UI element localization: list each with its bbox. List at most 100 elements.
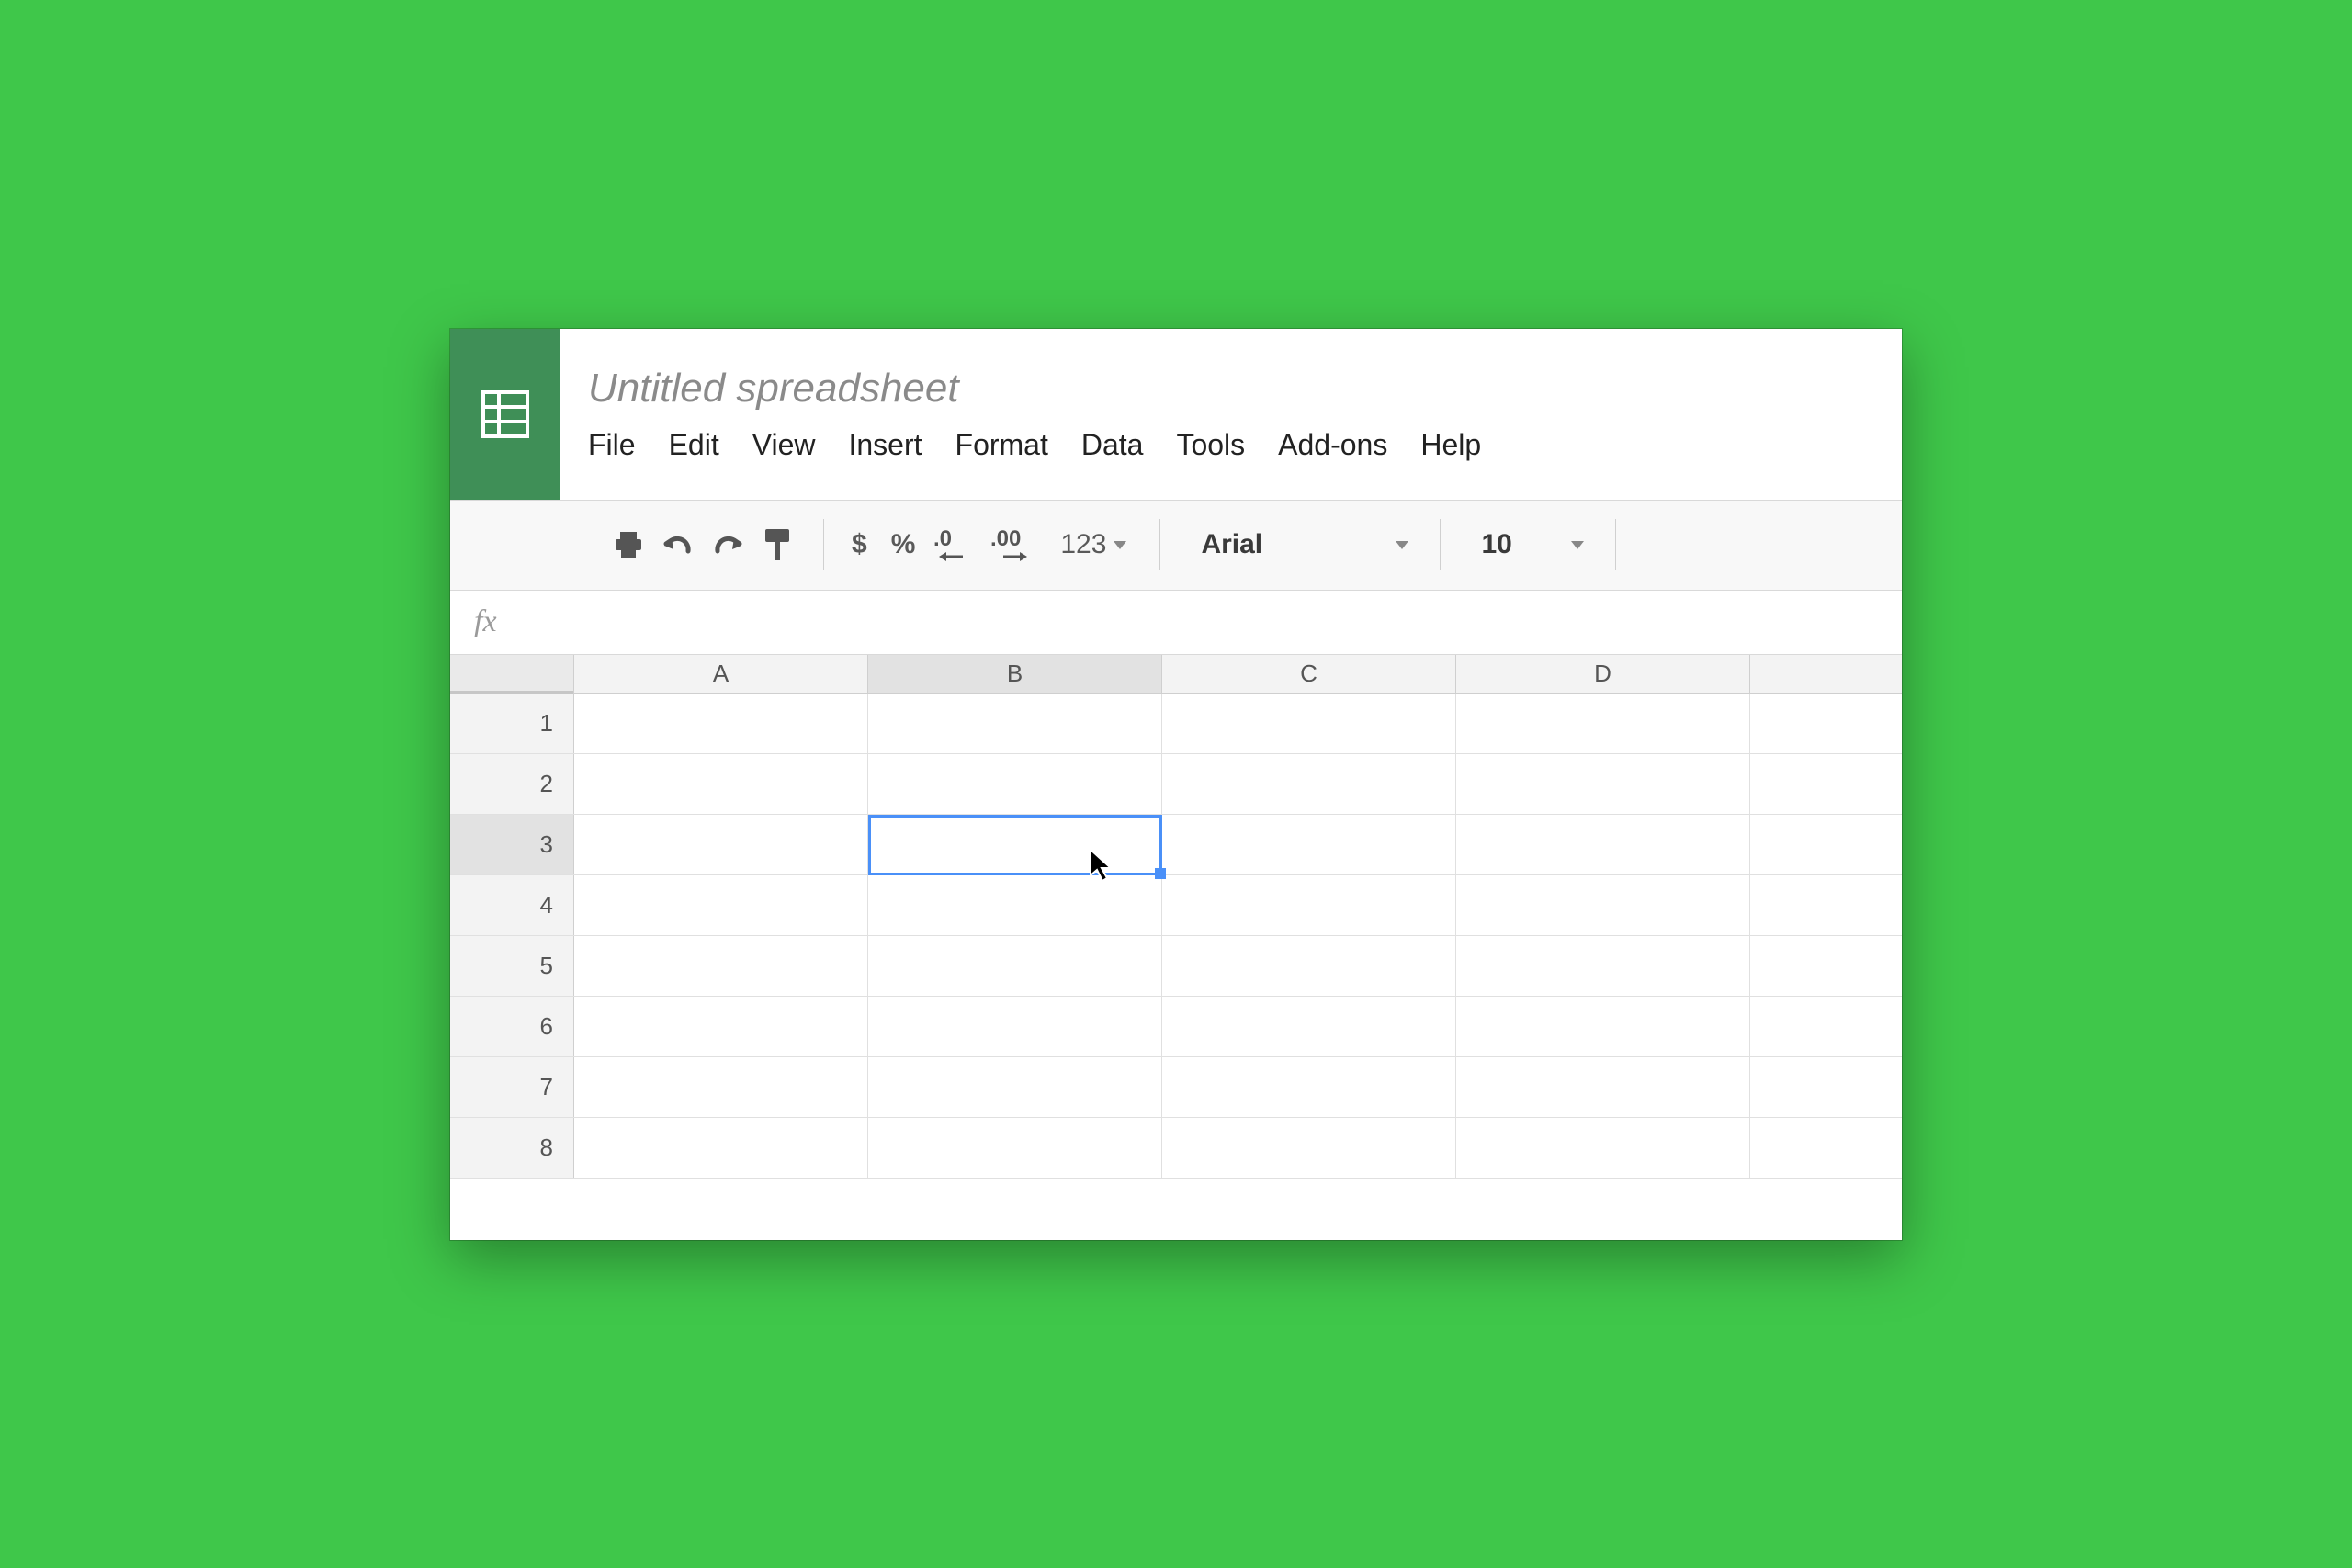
chevron-down-icon bbox=[1396, 541, 1408, 549]
cell-a5[interactable] bbox=[574, 936, 868, 996]
cell-c5[interactable] bbox=[1162, 936, 1456, 996]
svg-text:.0: .0 bbox=[933, 527, 952, 551]
spreadsheet-window: Untitled spreadsheet File Edit View Inse… bbox=[450, 329, 1902, 1240]
font-family-label: Arial bbox=[1201, 529, 1262, 560]
svg-text:.00: .00 bbox=[990, 527, 1021, 551]
row-header-4[interactable]: 4 bbox=[450, 875, 574, 935]
row: 6 bbox=[450, 997, 1902, 1057]
cell-c8[interactable] bbox=[1162, 1118, 1456, 1178]
cell-b1[interactable] bbox=[868, 694, 1162, 753]
menu-insert[interactable]: Insert bbox=[848, 428, 922, 462]
row: 7 bbox=[450, 1057, 1902, 1118]
column-headers: A B C D bbox=[450, 655, 1902, 694]
cell-d2[interactable] bbox=[1456, 754, 1750, 814]
row-header-1[interactable]: 1 bbox=[450, 694, 574, 753]
cell-c7[interactable] bbox=[1162, 1057, 1456, 1117]
cell-b3[interactable] bbox=[868, 815, 1162, 874]
document-title[interactable]: Untitled spreadsheet bbox=[588, 366, 1902, 412]
print-icon bbox=[612, 528, 645, 561]
menu-addons[interactable]: Add-ons bbox=[1278, 428, 1387, 462]
column-header-b[interactable]: B bbox=[868, 655, 1162, 693]
cell-b4[interactable] bbox=[868, 875, 1162, 935]
cell-a8[interactable] bbox=[574, 1118, 868, 1178]
decrease-decimal-button[interactable]: .0 bbox=[930, 521, 981, 569]
row-header-8[interactable]: 8 bbox=[450, 1118, 574, 1178]
cell-d6[interactable] bbox=[1456, 997, 1750, 1056]
cell-a3[interactable] bbox=[574, 815, 868, 874]
row-header-6[interactable]: 6 bbox=[450, 997, 574, 1056]
formula-input[interactable] bbox=[548, 604, 1902, 640]
cell-a6[interactable] bbox=[574, 997, 868, 1056]
paint-format-button[interactable] bbox=[755, 521, 799, 569]
font-family-select[interactable]: Arial bbox=[1182, 519, 1421, 570]
format-currency-button[interactable]: $ bbox=[842, 521, 876, 569]
row: 8 bbox=[450, 1118, 1902, 1179]
cell-d4[interactable] bbox=[1456, 875, 1750, 935]
cell-b6[interactable] bbox=[868, 997, 1162, 1056]
cell-a1[interactable] bbox=[574, 694, 868, 753]
format-percent-button[interactable]: % bbox=[882, 521, 925, 569]
row-header-2[interactable]: 2 bbox=[450, 754, 574, 814]
fx-label: fx bbox=[474, 604, 548, 639]
column-header-a[interactable]: A bbox=[574, 655, 868, 693]
menu-tools[interactable]: Tools bbox=[1176, 428, 1245, 462]
redo-button[interactable] bbox=[706, 521, 750, 569]
cell-b5[interactable] bbox=[868, 936, 1162, 996]
titlebar: Untitled spreadsheet File Edit View Inse… bbox=[450, 329, 1902, 501]
title-area: Untitled spreadsheet File Edit View Inse… bbox=[560, 329, 1902, 500]
cell-c3[interactable] bbox=[1162, 815, 1456, 874]
font-size-select[interactable]: 10 bbox=[1459, 519, 1597, 570]
increase-decimal-button[interactable]: .00 bbox=[987, 521, 1046, 569]
row-header-7[interactable]: 7 bbox=[450, 1057, 574, 1117]
cell-e3[interactable] bbox=[1750, 815, 1902, 874]
menu-help[interactable]: Help bbox=[1420, 428, 1481, 462]
cell-b7[interactable] bbox=[868, 1057, 1162, 1117]
menu-format[interactable]: Format bbox=[956, 428, 1048, 462]
cell-d3[interactable] bbox=[1456, 815, 1750, 874]
cell-c6[interactable] bbox=[1162, 997, 1456, 1056]
row: 3 bbox=[450, 815, 1902, 875]
row-header-5[interactable]: 5 bbox=[450, 936, 574, 996]
cell-c1[interactable] bbox=[1162, 694, 1456, 753]
cell-a2[interactable] bbox=[574, 754, 868, 814]
select-all-corner[interactable] bbox=[450, 655, 574, 693]
chevron-down-icon bbox=[1571, 541, 1584, 549]
redo-icon bbox=[712, 531, 743, 558]
paint-format-icon bbox=[762, 527, 793, 562]
print-button[interactable] bbox=[606, 521, 650, 569]
menu-file[interactable]: File bbox=[588, 428, 636, 462]
cell-d7[interactable] bbox=[1456, 1057, 1750, 1117]
column-header-extra[interactable] bbox=[1750, 655, 1902, 693]
row: 1 bbox=[450, 694, 1902, 754]
menu-edit[interactable]: Edit bbox=[669, 428, 719, 462]
cell-e2[interactable] bbox=[1750, 754, 1902, 814]
toolbar-separator bbox=[1615, 519, 1616, 570]
more-formats-button[interactable]: 123 bbox=[1051, 521, 1136, 569]
cell-c2[interactable] bbox=[1162, 754, 1456, 814]
sheets-logo[interactable] bbox=[450, 329, 560, 500]
undo-button[interactable] bbox=[656, 521, 700, 569]
cell-e5[interactable] bbox=[1750, 936, 1902, 996]
cell-d8[interactable] bbox=[1456, 1118, 1750, 1178]
cell-d5[interactable] bbox=[1456, 936, 1750, 996]
cell-e4[interactable] bbox=[1750, 875, 1902, 935]
cell-e6[interactable] bbox=[1750, 997, 1902, 1056]
cell-a4[interactable] bbox=[574, 875, 868, 935]
cell-b8[interactable] bbox=[868, 1118, 1162, 1178]
cell-e7[interactable] bbox=[1750, 1057, 1902, 1117]
cell-c4[interactable] bbox=[1162, 875, 1456, 935]
cell-e8[interactable] bbox=[1750, 1118, 1902, 1178]
sheets-icon bbox=[481, 389, 530, 439]
menu-data[interactable]: Data bbox=[1081, 428, 1144, 462]
row: 2 bbox=[450, 754, 1902, 815]
rows-container: 1 2 3 bbox=[450, 694, 1902, 1179]
row-header-3[interactable]: 3 bbox=[450, 815, 574, 874]
column-header-c[interactable]: C bbox=[1162, 655, 1456, 693]
toolbar-separator bbox=[823, 519, 824, 570]
cell-a7[interactable] bbox=[574, 1057, 868, 1117]
cell-b2[interactable] bbox=[868, 754, 1162, 814]
cell-d1[interactable] bbox=[1456, 694, 1750, 753]
column-header-d[interactable]: D bbox=[1456, 655, 1750, 693]
menu-view[interactable]: View bbox=[752, 428, 816, 462]
cell-e1[interactable] bbox=[1750, 694, 1902, 753]
